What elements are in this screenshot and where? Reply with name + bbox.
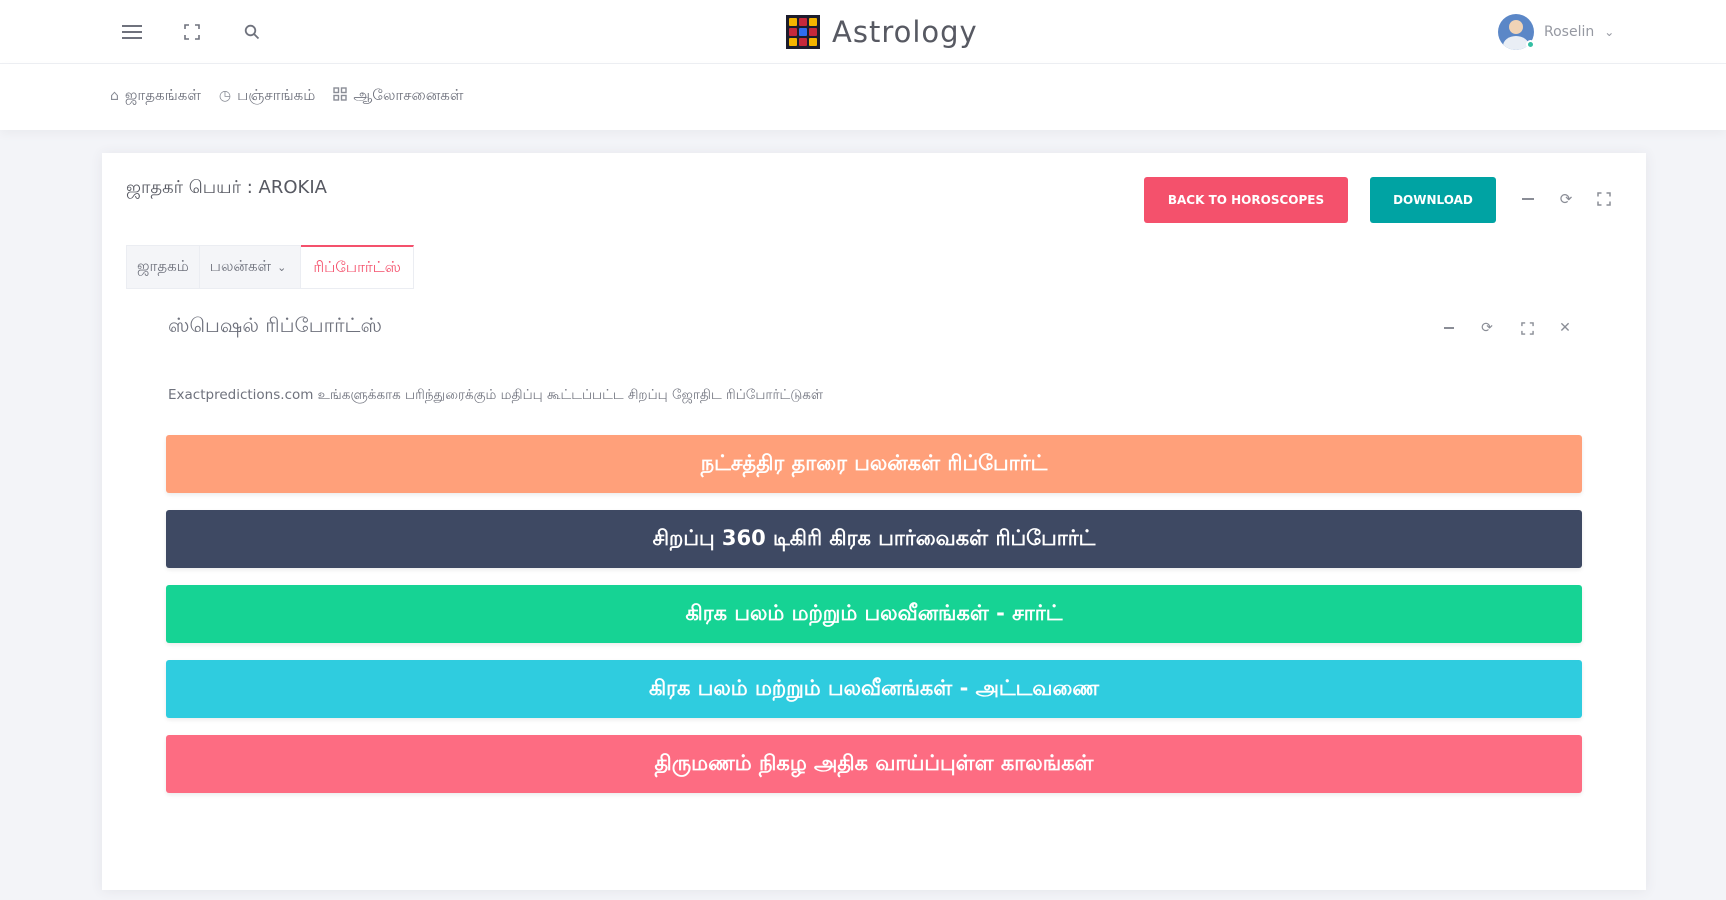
portlet-title: ஸ்பெஷல் ரிப்போர்ட்ஸ் [168,313,382,337]
chevron-down-icon[interactable]: ⌄ [1604,25,1614,39]
refresh-icon[interactable]: ⟳ [1554,187,1578,211]
tab-label: ஜாதகம் [137,257,189,275]
nav-item-label: ஆலோசனைகள் [353,86,464,104]
back-to-horoscopes-button[interactable]: BACK TO HOROSCOPES [1144,177,1348,223]
sub-navigation: ⌂ ஜாதகங்கள் ◷ பஞ்சாங்கம் ஆலோசனைகள் [0,64,1726,130]
user-menu[interactable]: Roselin ⌄ [1498,12,1614,52]
home-icon: ⌂ [110,88,119,104]
tab-reports[interactable]: ரிப்போர்ட்ஸ் [301,245,414,289]
app-title: Astrology [832,15,978,49]
portlet-description: Exactpredictions.com உங்களுக்காக பரிந்து… [168,387,824,403]
horoscope-tabs: ஜாதகம் பலன்கள் ⌄ ரிப்போர்ட்ஸ் [126,245,414,289]
top-bar: Astrology Roselin ⌄ [0,0,1726,64]
report-button-planet-strength-table[interactable]: கிரக பலம் மற்றும் பலவீனங்கள் - அட்டவணை [166,660,1582,718]
download-button[interactable]: DOWNLOAD [1370,177,1496,223]
nav-item-panchangam[interactable]: ◷ பஞ்சாங்கம் [219,86,315,106]
report-button-360-aspects[interactable]: சிறப்பு 360 டிகிரி கிரக பார்வைகள் ரிப்போ… [166,510,1582,568]
online-status-dot [1526,40,1535,49]
chevron-down-icon: ⌄ [277,260,287,274]
minimize-icon[interactable] [1516,187,1540,211]
fullscreen-icon[interactable] [178,18,206,46]
minimize-icon[interactable] [1438,317,1460,339]
search-icon[interactable] [238,18,266,46]
fullscreen-icon[interactable] [1516,317,1538,339]
clock-icon: ◷ [218,88,232,104]
close-icon[interactable]: ✕ [1554,317,1576,339]
horoscope-card: ஜாதகர் பெயர் : AROKIA BACK TO HOROSCOPES… [102,153,1646,890]
fullscreen-icon[interactable] [1592,187,1616,211]
special-reports-portlet: ஸ்பெஷல் ரிப்போர்ட்ஸ் ⟳ ✕ Exactprediction… [150,303,1598,863]
report-button-nakshatra-tharai[interactable]: நட்சத்திர தாரை பலன்கள் ரிப்போர்ட் [166,435,1582,493]
tab-predictions[interactable]: பலன்கள் ⌄ [199,245,302,289]
nav-item-label: ஜாதகங்கள் [124,86,201,104]
nav-item-label: பஞ்சாங்கம் [237,86,316,104]
nav-item-horoscopes[interactable]: ⌂ ஜாதகங்கள் [110,86,201,106]
grid-icon [333,87,348,105]
page-title: ஜாதகர் பெயர் : AROKIA [126,177,327,198]
tab-label: பலன்கள் [209,257,272,275]
tab-label: ரிப்போர்ட்ஸ் [313,257,401,276]
tab-horoscope[interactable]: ஜாதகம் [126,245,200,289]
report-button-marriage-periods[interactable]: திருமணம் நிகழ அதிக வாய்ப்புள்ள காலங்கள் [166,735,1582,793]
refresh-icon[interactable]: ⟳ [1476,317,1498,339]
astrology-logo-icon [786,15,820,49]
nav-item-consultations[interactable]: ஆலோசனைகள் [333,86,463,106]
menu-icon[interactable] [118,18,146,46]
report-button-planet-strength-chart[interactable]: கிரக பலம் மற்றும் பலவீனங்கள் - சார்ட் [166,585,1582,643]
user-name[interactable]: Roselin [1544,24,1594,40]
brand[interactable]: Astrology [786,14,978,50]
